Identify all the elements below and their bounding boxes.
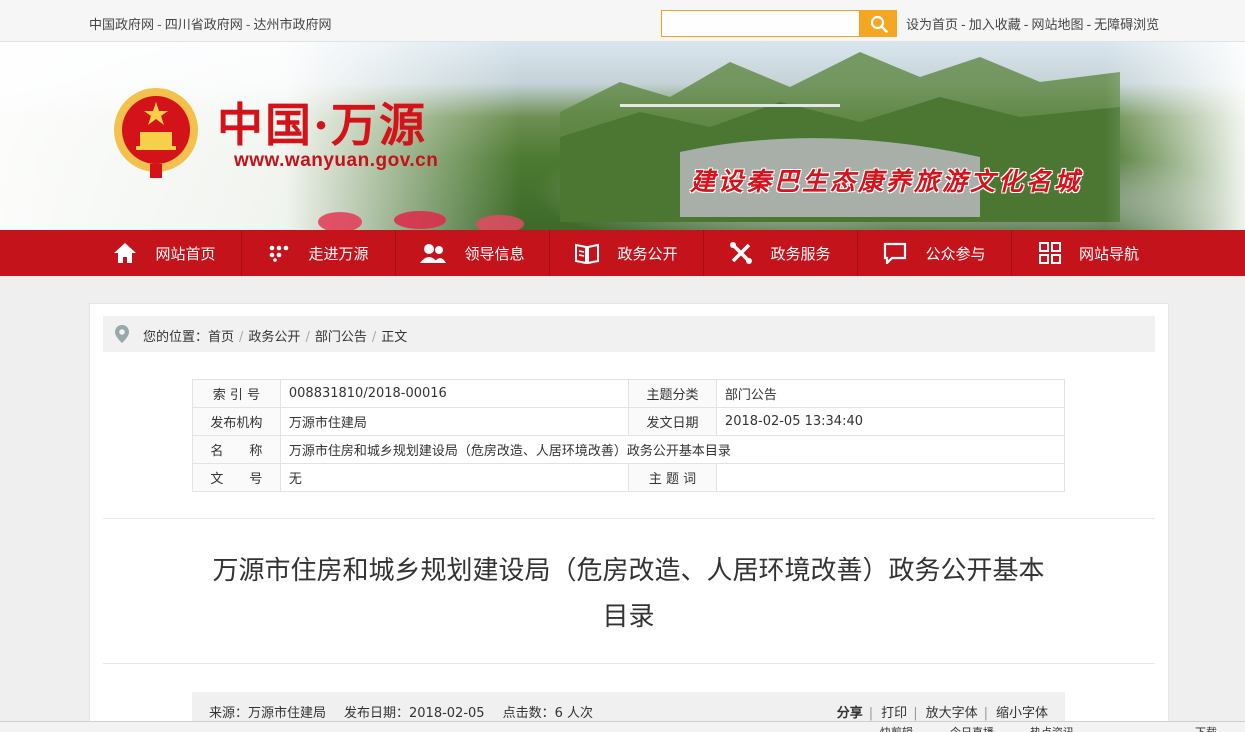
users-icon [420,244,447,263]
grid-icon [1038,242,1061,264]
breadcrumb-current: 正文 [381,330,408,345]
search-box [661,10,897,37]
nav-gov-affairs[interactable]: 政务公开 [550,230,704,276]
top-bar: 中国政府网 - 四川省政府网 - 达州市政府网 设为首页 - 加入收藏 - 网站地图 - 无障碍浏览 [0,0,1245,42]
utility-links: 设为首页 - 加入收藏 - 网站地图 - 无障碍浏览 [906,14,1159,33]
status-item-download[interactable]: 下载 [1195,724,1217,732]
link-china-gov[interactable]: 中国政府网 [89,18,154,33]
location-pin-icon [115,325,129,343]
breadcrumb-home[interactable]: 首页 [208,330,234,345]
meta-date-value: 2018-02-05 13:34:40 [715,407,1066,436]
breadcrumb-label: 您的位置： [143,330,209,345]
status-item-clip[interactable]: 快剪辑 [880,724,913,732]
link-set-homepage[interactable]: 设为首页 [906,18,958,33]
separator: / [305,330,310,345]
breadcrumb-dept-notice[interactable]: 部门公告 [315,330,367,345]
status-item-news[interactable]: 热点资讯 [1030,724,1074,732]
separator: / [239,330,244,345]
link-sitemap[interactable]: 网站地图 [1031,18,1083,33]
meta-topic-label: 主题分类 [628,379,717,408]
nav-label: 政务公开 [617,244,678,263]
meta-docno-label: 文 号 [192,463,281,492]
meta-name-value: 万源市住房和城乡规划建设局（危房改造、人居环境改善）政务公开基本目录 [279,435,1066,464]
nav-label: 网站导航 [1078,244,1139,263]
article-date: 发布日期：2018-02-05 [344,706,485,721]
enlarge-font-button[interactable]: 放大字体 [926,706,978,721]
site-name: 中国·万源 [217,98,428,152]
browser-status-bar: 快剪辑 今日直播 热点资讯 下载 [0,721,1245,732]
nav-label: 走进万源 [308,244,369,263]
nav-leaders[interactable]: 领导信息 [396,230,550,276]
divider [103,663,1155,664]
nav-about-wanyuan[interactable]: 走进万源 [242,230,396,276]
shrink-font-button[interactable]: 缩小字体 [996,706,1048,721]
banner: 中国·万源 www.wanyuan.gov.cn 建设秦巴生态康养旅游文化名城 [0,42,1245,230]
print-button[interactable]: 打印 [881,706,907,721]
separator: - [245,18,251,33]
separator: - [961,18,966,33]
chat-icon [884,242,907,264]
link-add-favorite[interactable]: 加入收藏 [969,18,1021,33]
link-sichuan-gov[interactable]: 四川省政府网 [165,18,243,33]
main-nav: 网站首页 走进万源 领导信息 政务公开 政务服务 公众参与 网站导航 [0,230,1245,276]
divider [103,518,1155,519]
separator: - [1086,18,1092,33]
nav-public-participation[interactable]: 公众参与 [858,230,1012,276]
document-meta-table: 索 引 号 008831810/2018-00016 主题分类 部门公告 发布机… [192,379,1066,492]
table-row: 发布机构 万源市住建局 发文日期 2018-02-05 13:34:40 [192,407,1066,436]
dots-icon [270,245,289,262]
gov-links: 中国政府网 - 四川省政府网 - 达州市政府网 [89,14,331,33]
separator: - [1023,18,1029,33]
meta-docno-value: 无 [279,463,630,492]
nav-gov-services[interactable]: 政务服务 [704,230,858,276]
nav-label: 领导信息 [464,244,525,263]
article-source: 来源：万源市住建局 [209,706,327,721]
search-icon [870,15,888,33]
separator: / [371,330,377,345]
table-row: 索 引 号 008831810/2018-00016 主题分类 部门公告 [192,379,1066,408]
book-icon [575,243,600,264]
national-emblem-icon [114,88,198,178]
article-clicks: 点击数：6 人次 [502,706,593,721]
tools-icon [730,242,753,264]
separator: | [913,706,918,721]
article-title: 万源市住房和城乡规划建设局（危房改造、人居环境改善）政务公开基本 目录 [192,548,1065,640]
link-dazhou-gov[interactable]: 达州市政府网 [253,18,331,33]
nav-label: 政务服务 [770,244,831,263]
meta-index-label: 索 引 号 [192,379,281,408]
nav-home[interactable]: 网站首页 [88,230,242,276]
meta-org-value: 万源市住建局 [279,407,630,436]
banner-fade-right [1105,42,1245,230]
separator: - [157,18,162,33]
search-input[interactable] [661,10,860,37]
share-button[interactable]: 分享 [837,706,863,721]
nav-label: 网站首页 [155,244,216,263]
meta-topic-value: 部门公告 [715,379,1066,408]
banner-slogan: 建设秦巴生态康养旅游文化名城 [690,167,1083,196]
status-item-live[interactable]: 今日直播 [950,724,994,732]
separator: | [983,706,988,721]
meta-date-label: 发文日期 [628,407,717,436]
meta-keywords-value [715,463,1066,492]
meta-name-label: 名 称 [192,435,281,464]
home-icon [114,243,137,263]
site-url: www.wanyuan.gov.cn [234,150,439,171]
article-title-line: 目录 [602,602,655,632]
article-title-line: 万源市住房和城乡规划建设局（危房改造、人居环境改善）政务公开基本 [212,556,1045,586]
meta-org-label: 发布机构 [192,407,281,436]
breadcrumb-gov-affairs[interactable]: 政务公开 [248,330,300,345]
separator: | [868,706,874,721]
table-row: 名 称 万源市住房和城乡规划建设局（危房改造、人居环境改善）政务公开基本目录 [192,435,1066,464]
breadcrumb: 您的位置：首页 / 政务公开 / 部门公告 / 正文 [103,316,1155,352]
meta-index-value: 008831810/2018-00016 [279,379,630,408]
flower-decoration-icon [318,211,524,230]
meta-keywords-label: 主 题 词 [628,463,717,492]
nav-site-guide[interactable]: 网站导航 [1012,230,1166,276]
search-button[interactable] [860,10,897,37]
nav-label: 公众参与 [925,244,986,263]
table-row: 文 号 无 主 题 词 [192,463,1066,492]
link-accessibility[interactable]: 无障碍浏览 [1094,18,1159,33]
